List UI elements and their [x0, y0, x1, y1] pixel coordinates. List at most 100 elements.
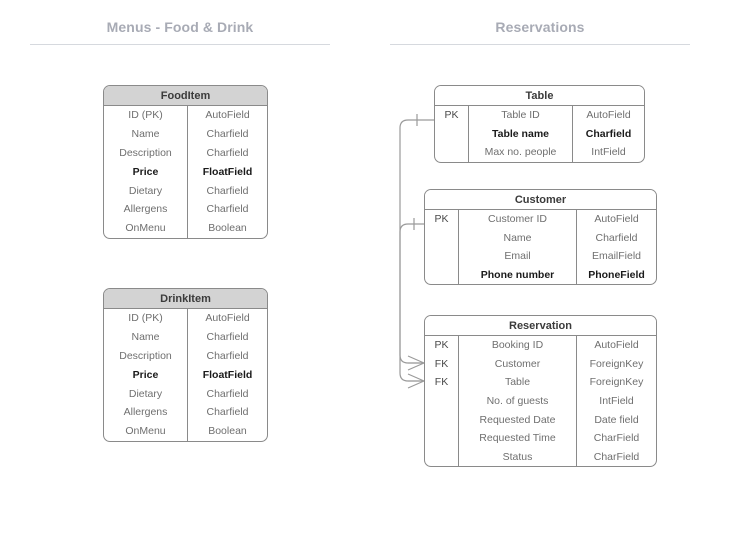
field-type: CharField: [593, 432, 640, 445]
field-type: IntField: [599, 395, 634, 408]
field-type: Charfield: [206, 184, 249, 197]
field-name: Table name: [492, 127, 549, 140]
field-name: Table: [504, 376, 531, 389]
field-name: Name: [131, 128, 160, 141]
field-name: OnMenu: [125, 425, 166, 438]
column-field-names: Table ID Table name Max no. people: [469, 106, 573, 162]
entity-title-fooditem: FoodItem: [104, 86, 267, 106]
column-key-flags: PK: [435, 106, 469, 162]
field-key-flag: FK: [434, 357, 449, 370]
field-type: EmailField: [591, 250, 641, 263]
field-name: Booking ID: [491, 339, 544, 352]
field-type: ForeignKey: [589, 357, 644, 370]
field-name: Allergens: [123, 203, 168, 216]
field-key-flag: PK: [434, 339, 449, 352]
field-name: Requested Date: [479, 413, 556, 426]
field-name: Price: [132, 165, 159, 178]
field-type: Charfield: [206, 146, 249, 159]
entity-customer[interactable]: Customer PK Customer ID Name Email Phone nu…: [424, 189, 657, 286]
cardinality-many-reservation-table: [407, 373, 425, 389]
field-name: Allergens: [123, 406, 168, 419]
field-type: IntField: [591, 146, 626, 159]
field-name: Customer: [494, 357, 541, 370]
section-title-reservations: Reservations: [495, 19, 585, 35]
field-name: Dietary: [128, 184, 163, 197]
section-divider-reservations: [390, 44, 690, 45]
column-field-names: Customer ID Name Email Phone number: [459, 210, 577, 285]
field-type: Charfield: [585, 127, 632, 140]
field-type: Charfield: [206, 349, 249, 362]
entity-title-table: Table: [435, 86, 644, 106]
entity-reservation[interactable]: Reservation PK FK FK Booking ID Customer Tab…: [424, 315, 657, 468]
field-type: Charfield: [206, 406, 249, 419]
field-name: OnMenu: [125, 222, 166, 235]
field-name: Max no. people: [484, 146, 557, 159]
entity-drinkitem[interactable]: DrinkItem ID (PK) Name Description Price Die…: [103, 288, 268, 442]
column-key-flags: PK: [425, 210, 459, 285]
entity-title-reservation: Reservation: [425, 316, 656, 336]
entity-title-customer: Customer: [425, 190, 656, 210]
entity-title-drinkitem: DrinkItem: [104, 289, 267, 309]
field-key-flag: [435, 143, 468, 162]
field-type: FloatField: [202, 165, 253, 178]
field-type: Boolean: [208, 425, 247, 438]
field-name: ID (PK): [128, 312, 163, 325]
field-key-flag: [435, 125, 468, 144]
column-field-types: AutoField ForeignKey ForeignKey IntField Dat…: [577, 336, 656, 466]
column-field-names: ID (PK) Name Description Price Dietary Allerg…: [104, 309, 188, 441]
field-name: Status: [502, 450, 533, 463]
field-type: CharField: [593, 450, 640, 463]
field-name: Description: [119, 349, 172, 362]
field-type: Charfield: [206, 387, 249, 400]
entity-body-drinkitem: ID (PK) Name Description Price Dietary Allerg…: [104, 309, 267, 441]
field-name: Dietary: [128, 387, 163, 400]
field-type: FloatField: [202, 368, 253, 381]
field-type: Charfield: [206, 331, 249, 344]
entity-body-fooditem: ID (PK) Name Description Price Dietary Allerg…: [104, 106, 267, 238]
field-key-flag: [425, 247, 458, 266]
field-key-flag: [425, 429, 458, 448]
cardinality-many-reservation-customer: [407, 355, 425, 371]
field-name: Name: [131, 331, 160, 344]
field-name: Customer ID: [488, 213, 547, 226]
field-type: AutoField: [205, 109, 250, 122]
field-key-flag: [425, 229, 458, 248]
column-field-types: AutoField Charfield IntField: [573, 106, 644, 162]
field-key-flag: [425, 410, 458, 429]
field-type: Charfield: [595, 231, 638, 244]
field-type: PhoneField: [588, 269, 645, 282]
field-name: Requested Time: [479, 432, 556, 445]
field-name: Price: [132, 368, 159, 381]
field-name: Name: [503, 231, 532, 244]
section-title-menus: Menus - Food & Drink: [106, 19, 254, 35]
entity-fooditem[interactable]: FoodItem ID (PK) Name Description Price Diet…: [103, 85, 268, 239]
entity-body-customer: PK Customer ID Name Email Phone number Auto…: [425, 210, 656, 285]
field-name: ID (PK): [128, 109, 163, 122]
field-name: Description: [119, 146, 172, 159]
column-field-names: Booking ID Customer Table No. of guests Requ…: [459, 336, 577, 467]
entity-body-table: PK Table ID Table name Max no. people Auto…: [435, 106, 644, 162]
diagram-canvas: Menus - Food & Drink Reservations FoodIt…: [0, 0, 732, 548]
field-key-flag: [425, 448, 458, 467]
field-key-flag: PK: [444, 109, 459, 122]
column-field-types: AutoField Charfield EmailField PhoneField: [577, 210, 656, 284]
field-name: No. of guests: [486, 395, 549, 408]
field-key-flag: FK: [434, 376, 449, 389]
field-type: AutoField: [594, 339, 639, 352]
field-name: Table ID: [501, 109, 540, 122]
field-type: Charfield: [206, 128, 249, 141]
column-field-names: ID (PK) Name Description Price Dietary Allerg…: [104, 106, 188, 238]
field-type: AutoField: [586, 109, 631, 122]
field-type: AutoField: [594, 213, 639, 226]
entity-body-reservation: PK FK FK Booking ID Customer Table No. of gue…: [425, 336, 656, 467]
entity-table[interactable]: Table PK Table ID Table name Max no. peopl…: [434, 85, 645, 163]
field-type: Charfield: [206, 203, 249, 216]
column-field-types: AutoField Charfield Charfield FloatField Cha…: [188, 106, 267, 238]
field-type: Date field: [594, 413, 639, 426]
field-key-flag: PK: [434, 213, 449, 226]
field-type: Boolean: [208, 222, 247, 235]
field-name: Phone number: [480, 269, 555, 282]
field-name: Email: [504, 250, 531, 263]
field-type: AutoField: [205, 312, 250, 325]
column-key-flags: PK FK FK: [425, 336, 459, 467]
